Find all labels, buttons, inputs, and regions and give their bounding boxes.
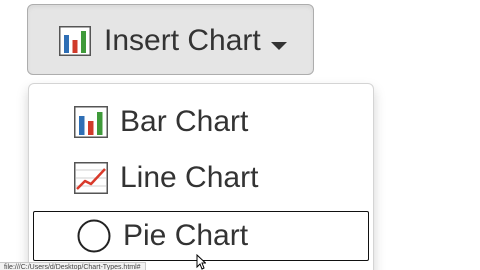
menu-item-bar-chart[interactable]: Bar Chart: [28, 97, 372, 147]
line-chart-icon: [74, 162, 108, 194]
bar-chart-icon: [74, 106, 108, 138]
menu-item-label: Line Chart: [120, 161, 259, 194]
circle-icon: [77, 219, 111, 253]
insert-chart-label: Insert Chart: [104, 24, 261, 57]
menu-item-label: Pie Chart: [123, 219, 249, 252]
insert-chart-button[interactable]: Insert Chart: [27, 4, 314, 75]
menu-item-label: Bar Chart: [120, 105, 249, 138]
bar-chart-icon: [59, 26, 91, 56]
mouse-cursor-icon: [196, 253, 207, 270]
status-bar-url: file:///C:/Users/d/Desktop/Chart-Types.h…: [0, 262, 146, 270]
caret-down-icon: [271, 42, 287, 50]
menu-item-line-chart[interactable]: Line Chart: [28, 153, 372, 203]
stage: Insert Chart Bar Chart Line Chart Pie Ch…: [0, 0, 480, 270]
